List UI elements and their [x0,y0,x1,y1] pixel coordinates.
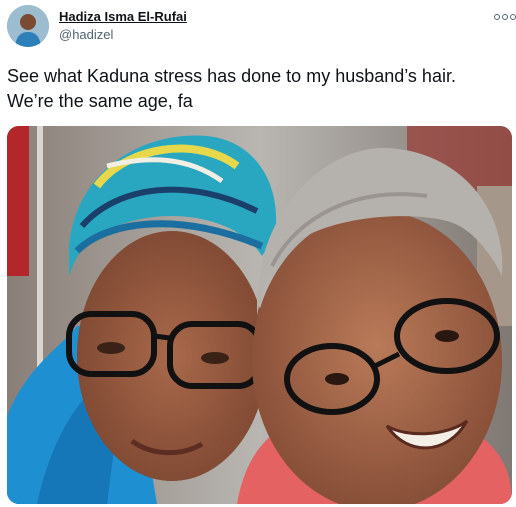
tweet-card: Hadiza Isma El-Rufai @hadizel See what K… [0,0,516,507]
tweet-photo[interactable] [7,126,512,504]
author-handle[interactable]: @hadizel [59,27,113,42]
author-name[interactable]: Hadiza Isma El-Rufai [59,9,187,24]
avatar[interactable] [7,5,49,47]
more-options-icon[interactable] [494,12,516,22]
tweet-text: See what Kaduna stress has done to my hu… [7,66,456,111]
